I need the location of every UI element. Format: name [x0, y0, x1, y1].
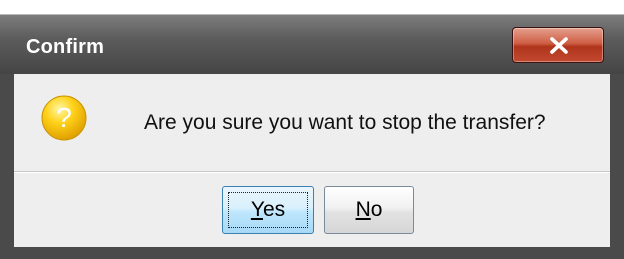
separator: [14, 171, 610, 173]
close-icon: [550, 37, 568, 54]
yes-mnemonic: Y: [250, 198, 263, 221]
yes-button[interactable]: Yes: [222, 186, 314, 234]
dialog-title: Confirm: [26, 36, 105, 58]
no-mnemonic: N: [355, 198, 371, 221]
yes-label-rest: es: [262, 198, 286, 221]
dialog-body: ? Are you sure you want to stop the tran…: [0, 74, 624, 259]
confirm-message: Are you sure you want to stop the transf…: [144, 111, 546, 134]
title-bar[interactable]: Confirm: [0, 14, 624, 74]
no-button[interactable]: No: [324, 186, 414, 234]
no-label-rest: o: [370, 198, 383, 221]
confirm-dialog: Confirm ? Are you sure you want to stop …: [0, 0, 624, 259]
svg-text:?: ?: [56, 102, 72, 133]
question-icon: ?: [41, 95, 87, 141]
close-button[interactable]: [512, 27, 604, 63]
